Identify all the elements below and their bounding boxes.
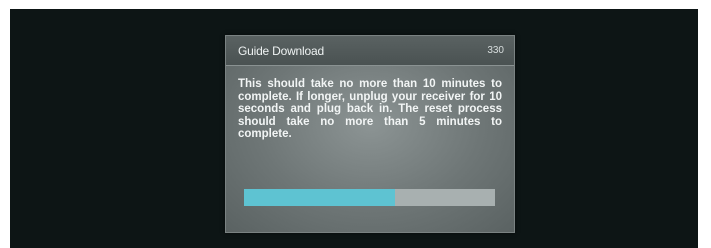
progress-bar bbox=[244, 189, 495, 206]
progress-bar-fill bbox=[244, 189, 395, 206]
dialog-title: Guide Download bbox=[238, 44, 324, 58]
dialog-code: 330 bbox=[487, 45, 504, 56]
guide-download-dialog: Guide Download 330 This should take no m… bbox=[225, 35, 515, 233]
dialog-message: This should take no more than 10 minutes… bbox=[238, 78, 502, 140]
tv-screen: Guide Download 330 This should take no m… bbox=[10, 9, 698, 248]
dialog-header: Guide Download 330 bbox=[226, 36, 514, 66]
